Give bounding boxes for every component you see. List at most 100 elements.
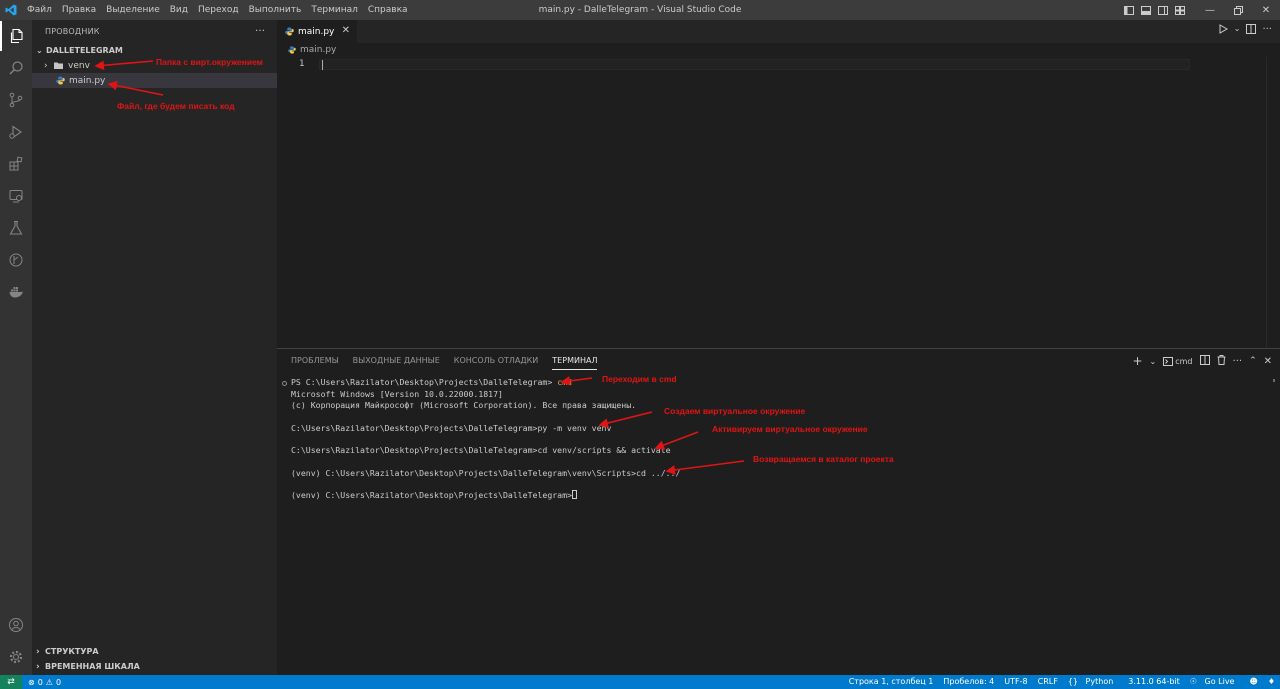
current-line-highlight	[319, 59, 1190, 70]
code-editor[interactable]: 1	[277, 57, 1280, 348]
source-control-icon[interactable]	[0, 85, 32, 115]
trash-icon[interactable]	[1217, 354, 1226, 368]
text-cursor	[322, 60, 323, 70]
terminal-line: C:\Users\Razilator\Desktop\Projects\Dall…	[291, 422, 612, 433]
feedback-icon[interactable]: ☻	[1244, 675, 1262, 689]
terminal-icon	[1163, 356, 1174, 366]
menu-run[interactable]: Выполнить	[244, 0, 307, 20]
editor-tabs: main.py ✕ ⌄ ···	[277, 20, 1280, 43]
timeline-section[interactable]: › ВРЕМЕННАЯ ШКАЛА	[32, 659, 277, 674]
menu-go[interactable]: Переход	[193, 0, 244, 20]
activity-bar	[0, 20, 32, 675]
chevron-down-icon: ⌄	[36, 46, 43, 55]
minimap[interactable]	[1266, 57, 1280, 348]
maximize-panel-icon[interactable]: ⌃	[1249, 356, 1257, 366]
split-editor-icon[interactable]	[1246, 24, 1257, 37]
terminal-selector[interactable]: cmd	[1163, 356, 1193, 366]
remote-explorer-icon[interactable]	[0, 181, 32, 211]
explorer-icon[interactable]	[0, 21, 32, 51]
menu-selection[interactable]: Выделение	[101, 0, 165, 20]
tab-problems[interactable]: ПРОБЛЕМЫ	[284, 349, 346, 373]
accounts-icon[interactable]	[0, 610, 32, 640]
menu-help[interactable]: Справка	[363, 0, 413, 20]
more-actions-icon[interactable]: ···	[1233, 356, 1243, 367]
testing-icon[interactable]	[0, 213, 32, 243]
chevron-right-icon: ›	[36, 646, 40, 657]
toggle-primary-sidebar-icon[interactable]	[1120, 0, 1137, 20]
notifications-bell-icon[interactable]: ♦	[1263, 675, 1280, 689]
title-bar: Файл Правка Выделение Вид Переход Выполн…	[0, 0, 1280, 20]
terminal-cursor	[571, 490, 577, 499]
toggle-panel-icon[interactable]	[1137, 0, 1154, 20]
terminal-command: cmd	[557, 377, 572, 387]
language-label: Python	[1085, 677, 1114, 686]
chevron-down-icon[interactable]: ⌄	[1150, 357, 1157, 366]
close-tab-icon[interactable]: ✕	[342, 25, 350, 36]
new-terminal-icon[interactable]: +	[1132, 354, 1142, 368]
terminal-scrollbar[interactable]	[1273, 379, 1275, 382]
workspace-folder[interactable]: ⌄ DALLETELEGRAM	[32, 43, 277, 58]
chevron-down-icon[interactable]: ⌄	[1234, 24, 1241, 37]
docker-icon[interactable]	[0, 277, 32, 307]
tab-debug-console[interactable]: КОНСОЛЬ ОТЛАДКИ	[447, 349, 546, 373]
remote-indicator-icon[interactable]: ⇄	[0, 675, 22, 689]
python-file-icon	[285, 27, 298, 36]
annotation-venv: Папка с вирт.окружением	[156, 57, 263, 67]
breadcrumb-label: main.py	[300, 45, 337, 55]
folder-icon	[54, 62, 68, 69]
panel-tabs: ПРОБЛЕМЫ ВЫХОДНЫЕ ДАННЫЕ КОНСОЛЬ ОТЛАДКИ…	[277, 349, 604, 373]
explorer-more-actions[interactable]: ···	[247, 20, 277, 43]
menu-bar: Файл Правка Выделение Вид Переход Выполн…	[22, 0, 413, 20]
python-file-icon	[288, 46, 300, 54]
terminal-line: Microsoft Windows [Version 10.0.22000.18…	[291, 388, 503, 399]
cursor-position[interactable]: Строка 1, столбец 1	[844, 675, 939, 689]
minimize-icon[interactable]: —	[1196, 0, 1224, 20]
git-graph-icon[interactable]	[0, 245, 32, 275]
command-decoration-icon	[282, 381, 287, 386]
tab-output[interactable]: ВЫХОДНЫЕ ДАННЫЕ	[346, 349, 447, 373]
outline-section[interactable]: › СТРУКТУРА	[32, 644, 277, 659]
close-panel-icon[interactable]: ✕	[1264, 356, 1272, 367]
menu-file[interactable]: Файл	[22, 0, 57, 20]
tab-main-py[interactable]: main.py ✕	[277, 20, 357, 43]
customize-layout-icon[interactable]	[1171, 0, 1188, 20]
close-window-icon[interactable]: ✕	[1252, 0, 1280, 20]
annotation-cmd: Переходим в cmd	[602, 374, 677, 384]
restore-icon[interactable]	[1224, 0, 1252, 20]
run-debug-icon[interactable]	[0, 117, 32, 147]
warning-icon: ⚠	[45, 677, 53, 687]
annotation-main: Файл, где будем писать код	[117, 101, 235, 111]
menu-view[interactable]: Вид	[165, 0, 193, 20]
timeline-label: ВРЕМЕННАЯ ШКАЛА	[45, 662, 140, 671]
search-icon[interactable]	[0, 53, 32, 83]
run-python-file-icon[interactable]	[1218, 24, 1228, 37]
terminal-name: cmd	[1175, 356, 1193, 366]
tab-terminal[interactable]: ТЕРМИНАЛ	[545, 349, 604, 373]
terminal-line: C:\Users\Razilator\Desktop\Projects\Dall…	[291, 445, 671, 455]
go-live-button[interactable]: ☉ Go Live	[1185, 675, 1245, 689]
chevron-right-icon: ›	[36, 661, 40, 672]
tree-item-label: venv	[68, 60, 90, 71]
end-of-line[interactable]: CRLF	[1033, 675, 1063, 689]
terminal-line: (venv) C:\Users\Razilator\Desktop\Projec…	[291, 490, 577, 500]
python-interpreter[interactable]: 3.11.0 64-bit	[1123, 675, 1185, 689]
chevron-right-icon: ›	[44, 60, 48, 71]
extensions-icon[interactable]	[0, 149, 32, 179]
menu-edit[interactable]: Правка	[57, 0, 101, 20]
terminal-line: PS C:\Users\Razilator\Desktop\Projects\D…	[291, 377, 572, 387]
more-actions-icon[interactable]: ···	[1262, 24, 1272, 37]
menu-terminal[interactable]: Терминал	[306, 0, 363, 20]
indentation[interactable]: Пробелов: 4	[938, 675, 999, 689]
settings-gear-icon[interactable]	[0, 642, 32, 672]
toggle-secondary-sidebar-icon[interactable]	[1154, 0, 1171, 20]
encoding[interactable]: UTF-8	[999, 675, 1032, 689]
status-bar: ⇄ ⊗ 0 ⚠ 0 Строка 1, столбец 1 Пробелов: …	[0, 675, 1280, 689]
language-mode[interactable]: {} Python	[1063, 675, 1123, 689]
breadcrumb[interactable]: main.py	[277, 43, 336, 57]
problems-status[interactable]: ⊗ 0 ⚠ 0	[22, 678, 61, 687]
python-file-icon	[56, 76, 69, 85]
split-terminal-icon[interactable]	[1199, 354, 1210, 368]
tree-item-main-py[interactable]: main.py	[32, 73, 277, 88]
annotation-create: Создаем виртуальное окружение	[664, 406, 806, 416]
go-live-label: Go Live	[1204, 677, 1235, 686]
